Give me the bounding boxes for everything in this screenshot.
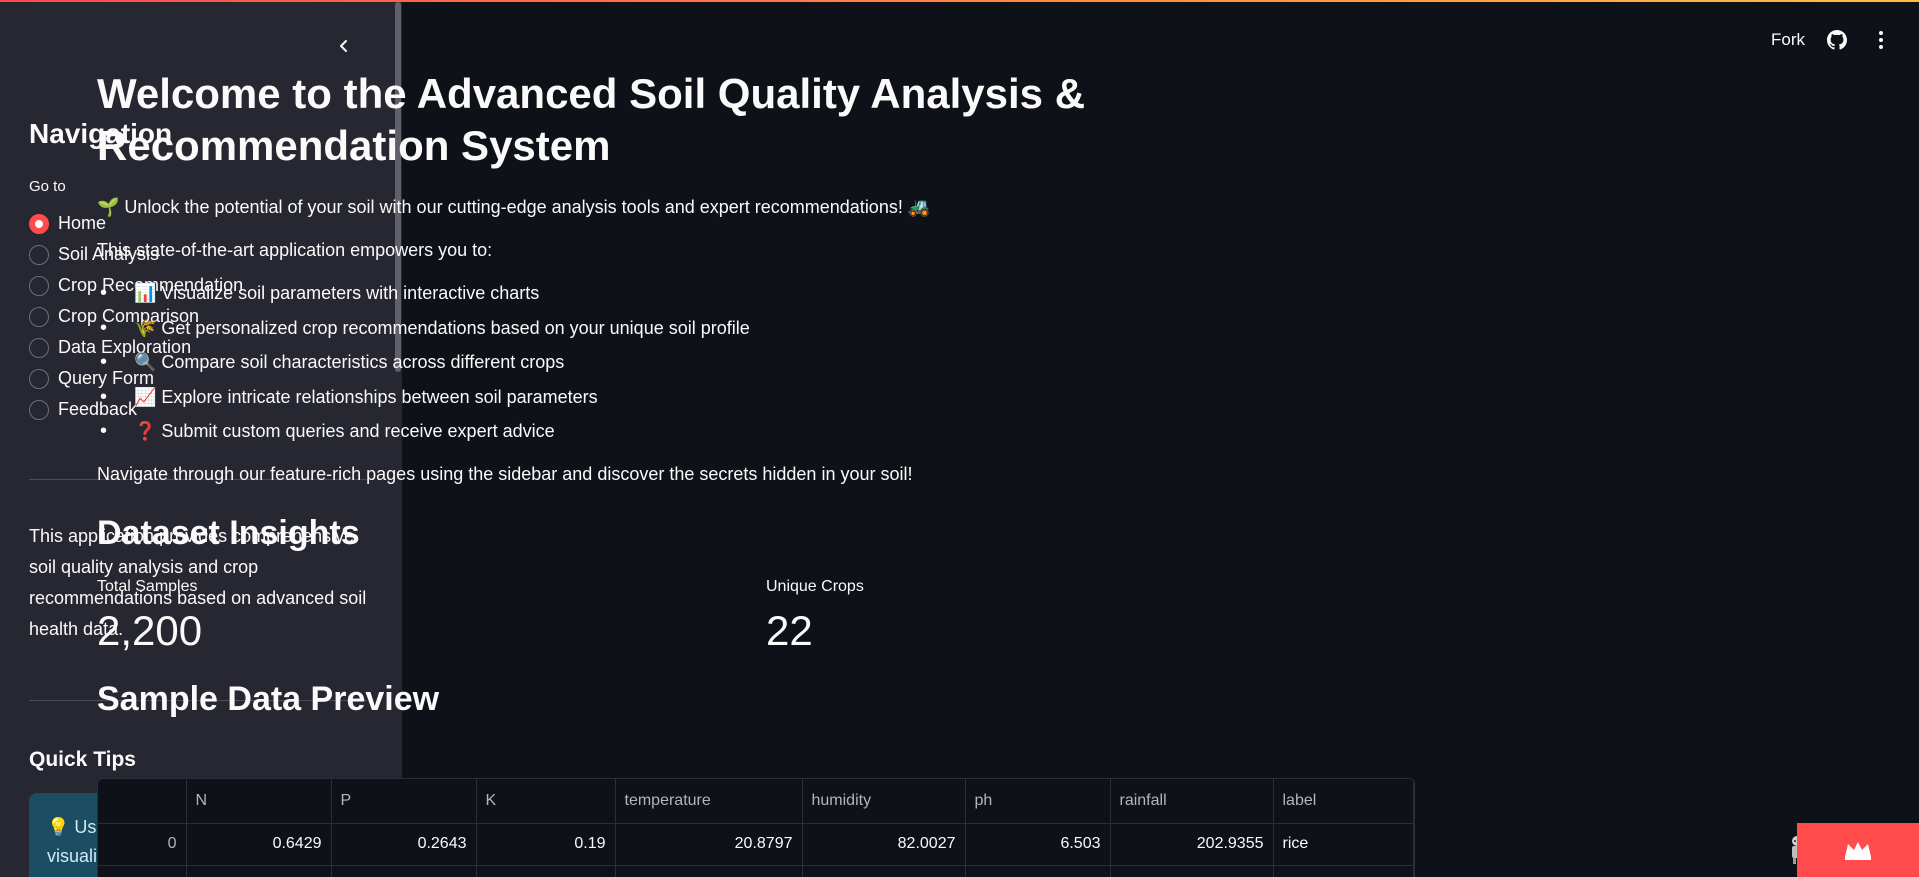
table-row xyxy=(98,865,1414,877)
column-header[interactable]: P xyxy=(331,779,477,824)
table-cell[interactable]: 0.6429 xyxy=(186,823,332,866)
dataset-insights-heading: Dataset Insights xyxy=(97,513,360,552)
radio-unselected-icon xyxy=(29,337,49,358)
table-cell[interactable]: 0.2643 xyxy=(331,823,477,866)
feature-item: 📊 Visualize soil parameters with interac… xyxy=(97,280,1415,315)
metrics-row: Total Samples 2,200 Unique Crops 22 xyxy=(97,577,1415,657)
quick-tips-title: Quick Tips xyxy=(29,748,136,771)
sample-data-heading: Sample Data Preview xyxy=(97,679,440,718)
feature-item: ❓ Submit custom queries and receive expe… xyxy=(97,418,1415,453)
page-body: Welcome to the Advanced Soil Quality Ana… xyxy=(97,68,1415,721)
radio-unselected-icon xyxy=(29,306,49,327)
feature-item: 🔍 Compare soil characteristics across di… xyxy=(97,349,1415,384)
intro-subtext: This state-of-the-art application empowe… xyxy=(97,240,493,260)
table-cell[interactable]: rice xyxy=(1273,823,1414,866)
metric-unique-crops: Unique Crops 22 xyxy=(766,577,864,657)
radio-unselected-icon xyxy=(29,244,49,265)
page-title: Welcome to the Advanced Soil Quality Ana… xyxy=(97,70,1086,169)
app-header-actions: Fork xyxy=(1771,28,1893,52)
github-icon[interactable] xyxy=(1825,28,1849,52)
outro-text: Navigate through our feature-rich pages … xyxy=(97,463,913,484)
feature-item: 📈 Explore intricate relationships betwee… xyxy=(97,384,1415,419)
column-header[interactable]: label xyxy=(1273,779,1414,824)
table-header-row: N P K temperature humidity ph rainfall l… xyxy=(98,779,1414,824)
intro-text: 🌱 Unlock the potential of your soil with… xyxy=(97,197,931,217)
metric-label: Total Samples xyxy=(97,577,198,595)
chevron-left-icon[interactable] xyxy=(330,32,358,60)
fork-button[interactable]: Fork xyxy=(1771,30,1805,50)
feature-item: 🌾 Get personalized crop recommendations … xyxy=(97,315,1415,350)
column-header[interactable]: N xyxy=(186,779,332,824)
metric-value: 2,200 xyxy=(97,606,203,654)
column-header[interactable] xyxy=(98,779,187,824)
radio-selected-icon xyxy=(29,213,49,234)
table-cell[interactable]: 20.8797 xyxy=(615,823,803,866)
feature-list: 📊 Visualize soil parameters with interac… xyxy=(97,280,1415,453)
manage-app-button[interactable] xyxy=(1797,823,1919,877)
table-cell[interactable]: 0.19 xyxy=(476,823,616,866)
column-header[interactable]: K xyxy=(476,779,616,824)
table-cell[interactable]: 202.9355 xyxy=(1110,823,1274,866)
table-row: 0 0.6429 0.2643 0.19 20.8797 82.0027 6.5… xyxy=(98,823,1414,866)
column-header[interactable]: humidity xyxy=(802,779,966,824)
column-header[interactable]: ph xyxy=(965,779,1111,824)
kebab-menu-icon[interactable] xyxy=(1869,28,1893,52)
column-header[interactable]: rainfall xyxy=(1110,779,1274,824)
table-cell-index[interactable]: 0 xyxy=(98,823,187,866)
top-decoration-bar xyxy=(0,0,1919,2)
crown-icon xyxy=(1845,842,1871,860)
metric-total-samples: Total Samples 2,200 xyxy=(97,577,202,657)
radio-unselected-icon xyxy=(29,368,49,389)
column-header[interactable]: temperature xyxy=(615,779,803,824)
table-cell[interactable]: 82.0027 xyxy=(802,823,966,866)
radio-group-label: Go to xyxy=(29,178,66,195)
metric-value: 22 xyxy=(766,606,813,654)
radio-unselected-icon xyxy=(29,275,49,296)
radio-unselected-icon xyxy=(29,399,49,420)
metric-label: Unique Crops xyxy=(766,577,864,595)
table-cell[interactable]: 6.503 xyxy=(965,823,1111,866)
sample-data-table[interactable]: N P K temperature humidity ph rainfall l… xyxy=(97,778,1415,877)
